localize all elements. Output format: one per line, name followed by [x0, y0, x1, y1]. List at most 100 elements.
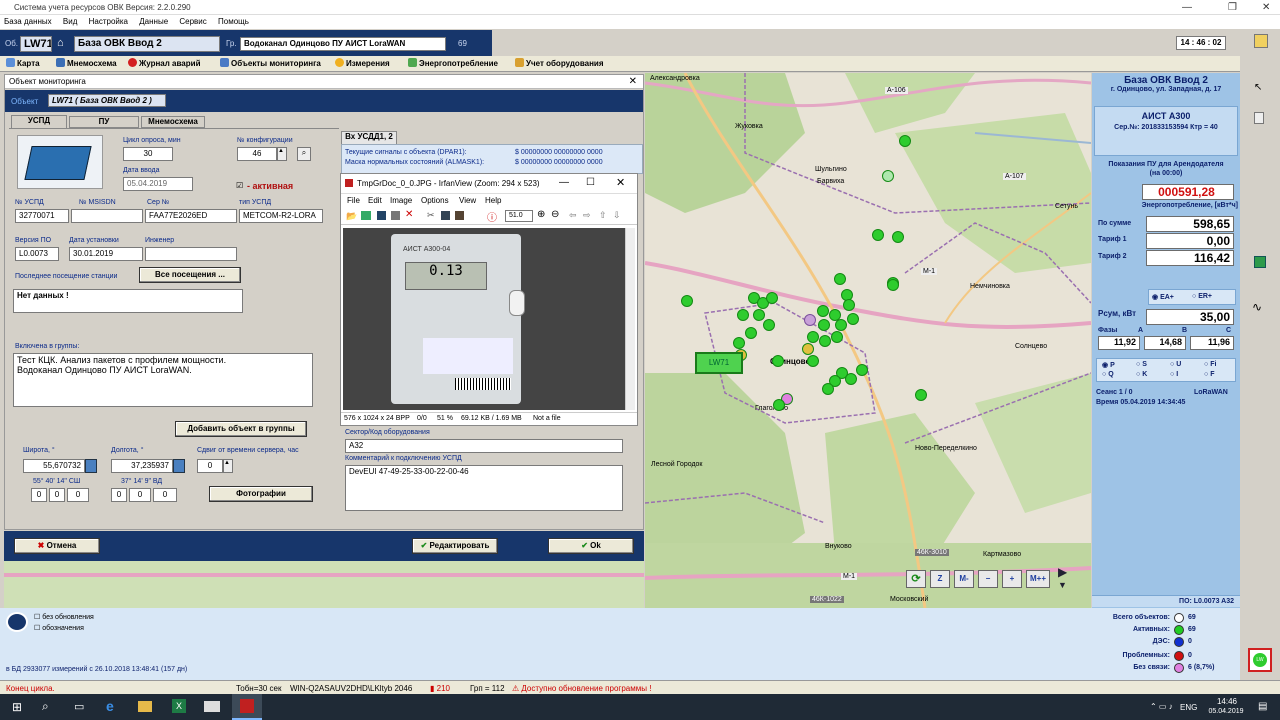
object-marker[interactable]: [733, 337, 745, 349]
legend-checkbox[interactable]: ☐ обозначения: [34, 624, 84, 632]
object-marker[interactable]: [818, 319, 830, 331]
msisdn-input[interactable]: [71, 209, 143, 223]
cut-icon[interactable]: ✂: [427, 210, 435, 221]
object-marker[interactable]: [681, 295, 693, 307]
pointer-icon[interactable]: ↖: [1254, 82, 1262, 93]
radio-u[interactable]: ○ U: [1170, 361, 1181, 368]
photos-button[interactable]: Фотографии: [209, 486, 313, 502]
first-icon[interactable]: ⇧: [599, 210, 607, 221]
object-marker[interactable]: [819, 335, 831, 347]
er-radio[interactable]: ○ ER+: [1192, 293, 1212, 300]
lat-deg[interactable]: 0: [31, 488, 47, 502]
document-icon[interactable]: [1254, 112, 1264, 124]
object-marker[interactable]: [745, 327, 757, 339]
ok-button[interactable]: ✔ Ok: [548, 538, 634, 554]
explorer-icon[interactable]: [138, 701, 152, 712]
tab-equipment[interactable]: Учет оборудования: [515, 58, 604, 70]
radio-q[interactable]: ○ Q: [1102, 371, 1114, 378]
object-marker[interactable]: [899, 135, 911, 147]
object-marker[interactable]: [835, 319, 847, 331]
tab-mnemo[interactable]: Мнемосхема: [56, 58, 117, 70]
menu-service[interactable]: Сервис: [175, 15, 211, 26]
cancel-button[interactable]: ✖ Отмена: [14, 538, 100, 554]
irf-scrollbar[interactable]: [625, 228, 635, 410]
tray-icons[interactable]: ⌃ ▭ ♪: [1150, 702, 1173, 711]
object-marker[interactable]: [773, 399, 785, 411]
zoom-button[interactable]: Z: [930, 570, 950, 588]
comment-text[interactable]: DevEUI 47-49-25-33-00-22-00-46: [345, 465, 623, 511]
object-marker[interactable]: [856, 364, 868, 376]
refresh-icon[interactable]: ⟳: [906, 570, 926, 588]
search-icon[interactable]: ⌕: [42, 699, 49, 714]
ea-radio[interactable]: ◉ EA+: [1152, 293, 1174, 301]
zoom-minus-minus-button[interactable]: M-: [954, 570, 974, 588]
zoom-in-icon[interactable]: ⊕: [537, 209, 545, 220]
add-group-button[interactable]: Добавить объект в группы: [175, 421, 307, 437]
serial-input[interactable]: FAA77E2026ED: [145, 209, 237, 223]
edge-icon[interactable]: e: [106, 698, 114, 714]
lon-sec[interactable]: 0: [153, 488, 177, 502]
object-marker[interactable]: [766, 292, 778, 304]
object-marker[interactable]: [831, 331, 843, 343]
open-icon[interactable]: 📂: [346, 211, 357, 222]
calc-icon[interactable]: [85, 459, 97, 473]
task-view-icon[interactable]: ▭: [74, 700, 84, 713]
irf-menu-help[interactable]: Help: [485, 196, 501, 205]
object-code[interactable]: LW71: [20, 36, 52, 52]
object-marker[interactable]: [843, 299, 855, 311]
irf-menu-file[interactable]: File: [347, 196, 360, 205]
menu-settings[interactable]: Настройка: [85, 15, 133, 26]
notifications-icon[interactable]: ▤: [1258, 701, 1267, 712]
close-icon[interactable]: ✕: [1262, 2, 1270, 13]
menu-view[interactable]: Вид: [59, 15, 82, 26]
radio-fi[interactable]: ○ Fi: [1204, 361, 1216, 368]
dialog-close-icon[interactable]: ✕: [629, 76, 637, 87]
version-input[interactable]: L0.0073: [15, 247, 59, 261]
irf-menu-options[interactable]: Options: [421, 196, 449, 205]
edit-button[interactable]: ✔ Редактировать: [412, 538, 498, 554]
irf-menu-image[interactable]: Image: [390, 196, 412, 205]
excel-icon[interactable]: X: [172, 699, 186, 713]
tab-pu[interactable]: ПУ: [69, 116, 139, 128]
next-icon[interactable]: ⇨: [583, 210, 591, 221]
zoom-in-button[interactable]: +: [1002, 570, 1022, 588]
maximize-icon[interactable]: ❐: [1228, 2, 1237, 13]
active-checkbox[interactable]: ☑: [236, 181, 243, 190]
zoom-out-icon[interactable]: ⊖: [551, 209, 559, 220]
menu-database[interactable]: База данных: [0, 15, 57, 26]
app-icon[interactable]: [204, 701, 220, 712]
irf-menu-edit[interactable]: Edit: [368, 196, 382, 205]
windows-start-icon[interactable]: ⊞: [12, 700, 22, 714]
exit-icon[interactable]: [1254, 34, 1268, 48]
active-app-button[interactable]: [232, 694, 262, 720]
sector-select[interactable]: A32: [345, 439, 623, 453]
no-update-checkbox[interactable]: ☐ без обновления: [34, 613, 94, 621]
tab-uspd[interactable]: УСПД: [11, 115, 67, 128]
copy-icon[interactable]: [441, 211, 450, 220]
object-marker[interactable]: [834, 273, 846, 285]
shift-input[interactable]: 0: [197, 459, 223, 473]
type-select[interactable]: METCOM-R2-LORA: [239, 209, 323, 223]
tab-objects[interactable]: Объекты мониторинга: [220, 58, 321, 70]
prev-icon[interactable]: ⇦: [569, 210, 577, 221]
tab-inputs[interactable]: Вх УСДД1, 2: [341, 131, 397, 144]
shift-spinner[interactable]: ▲: [223, 459, 233, 473]
irf-menu-view[interactable]: View: [459, 196, 476, 205]
tab-mnemo-dialog[interactable]: Мнемосхема: [141, 116, 205, 128]
uspd-input[interactable]: 32770071: [15, 209, 69, 223]
lat-sec[interactable]: 0: [67, 488, 89, 502]
delete-icon[interactable]: ✕: [405, 209, 413, 220]
object-marker[interactable]: [822, 383, 834, 395]
lat-input[interactable]: 55,670732: [23, 459, 85, 473]
zoom-select[interactable]: 51.0: [505, 210, 533, 222]
scroll-right-icon[interactable]: ▶: [1058, 565, 1067, 579]
group-select[interactable]: Водоканал Одинцово ПУ АИСТ LoraWAN: [240, 37, 446, 51]
irf-maximize-icon[interactable]: ☐: [586, 177, 595, 188]
config-spinner[interactable]: ▲: [277, 147, 287, 161]
zoom-plus-plus-button[interactable]: M++: [1026, 570, 1050, 588]
irf-minimize-icon[interactable]: —: [559, 177, 569, 188]
zoom-out-button[interactable]: −: [978, 570, 998, 588]
radio-f[interactable]: ○ F: [1204, 371, 1214, 378]
object-marker[interactable]: [915, 389, 927, 401]
object-marker[interactable]: [772, 355, 784, 367]
